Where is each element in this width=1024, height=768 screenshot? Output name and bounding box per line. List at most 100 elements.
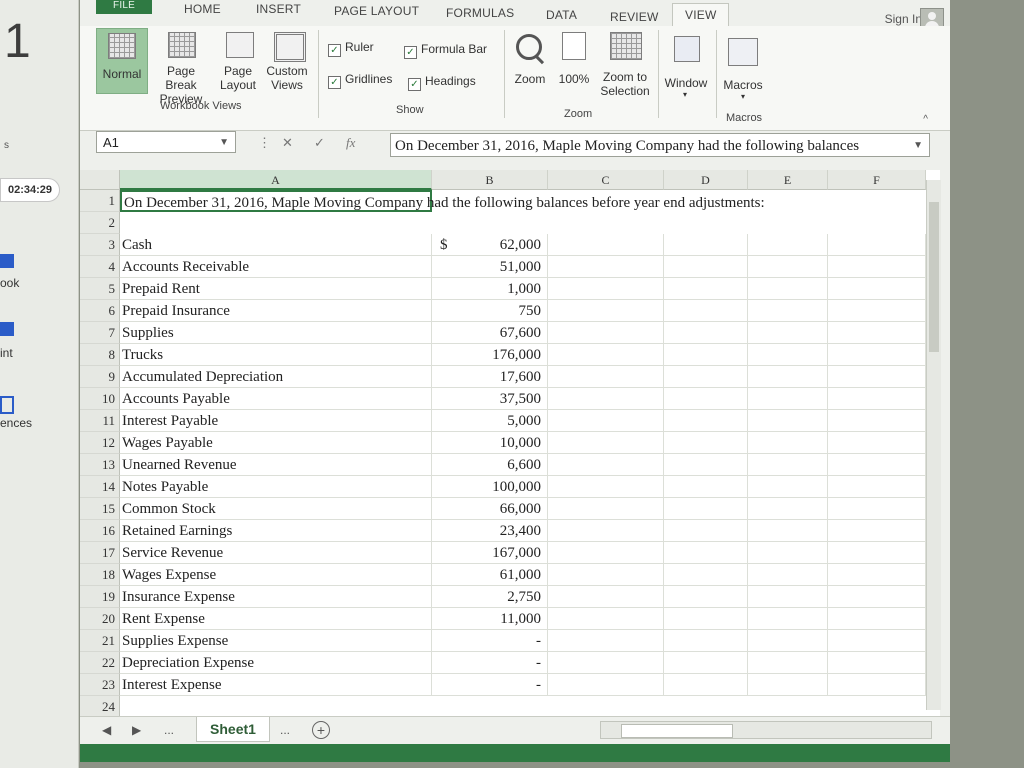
cell-account-name[interactable]: Prepaid Insurance [120,300,432,322]
worksheet-grid[interactable]: A B C D E F 1 On December 31, 2016, Mapl… [80,170,940,716]
row-header[interactable]: 20 [80,608,120,630]
cell-balance[interactable]: $62,000 [432,234,548,256]
side-item-book[interactable]: ook [0,276,64,290]
collapse-ribbon-icon[interactable]: ^ [923,114,928,125]
row-header[interactable]: 21 [80,630,120,652]
zoom-button[interactable]: Zoom [508,72,552,86]
row-header[interactable]: 1 [80,190,120,212]
empty-cell[interactable] [828,410,926,432]
tab-page-layout[interactable]: PAGE LAYOUT [334,4,419,18]
window-icon[interactable] [674,36,700,62]
row-header[interactable]: 5 [80,278,120,300]
empty-cell[interactable] [664,630,748,652]
empty-cell[interactable] [748,322,828,344]
empty-cell[interactable] [664,432,748,454]
empty-cell[interactable] [664,586,748,608]
cell-account-name[interactable]: Interest Payable [120,410,432,432]
scroll-thumb[interactable] [929,202,939,352]
row-header[interactable]: 16 [80,520,120,542]
cell-account-name[interactable]: Wages Payable [120,432,432,454]
page-layout-button[interactable]: Page Layout [216,28,260,92]
empty-cell[interactable] [664,476,748,498]
empty-cell[interactable] [664,608,748,630]
empty-cell[interactable] [748,652,828,674]
cell-balance[interactable]: 11,000 [432,608,548,630]
cell-a1[interactable]: On December 31, 2016, Maple Moving Compa… [120,190,765,212]
row-header[interactable]: 11 [80,410,120,432]
empty-cell[interactable] [548,366,664,388]
empty-cell[interactable] [548,344,664,366]
empty-cell[interactable] [828,586,926,608]
cell-account-name[interactable]: Common Stock [120,498,432,520]
tab-data[interactable]: DATA [546,8,577,22]
empty-cell[interactable] [664,498,748,520]
empty-cell[interactable] [548,542,664,564]
cell-balance[interactable]: 6,600 [432,454,548,476]
formula-bar-checkbox[interactable]: ✓ Formula Bar [404,42,487,59]
empty-cell[interactable] [748,388,828,410]
row-header[interactable]: 8 [80,344,120,366]
empty-cell[interactable] [828,300,926,322]
empty-cell[interactable] [828,344,926,366]
empty-cell[interactable] [828,608,926,630]
row-header[interactable]: 14 [80,476,120,498]
empty-cell[interactable] [828,322,926,344]
empty-cell[interactable] [748,366,828,388]
empty-cell[interactable] [828,498,926,520]
zoom-100-button[interactable]: 100% [554,72,594,86]
empty-cell[interactable] [548,300,664,322]
empty-cell[interactable] [548,410,664,432]
cell-account-name[interactable]: Retained Earnings [120,520,432,542]
cell-account-name[interactable]: Wages Expense [120,564,432,586]
normal-view-button[interactable]: Normal [96,28,148,94]
next-sheet-icon[interactable]: ▶ [132,723,141,737]
empty-cell[interactable] [548,432,664,454]
cell-balance[interactable]: 17,600 [432,366,548,388]
empty-cell[interactable] [828,454,926,476]
empty-cell[interactable] [548,234,664,256]
empty-cell[interactable] [748,608,828,630]
row-header[interactable]: 9 [80,366,120,388]
zoom-icon[interactable] [516,34,542,60]
empty-cell[interactable] [828,674,926,696]
empty-cell[interactable] [748,476,828,498]
cell-balance[interactable]: - [432,674,548,696]
cell-account-name[interactable]: Rent Expense [120,608,432,630]
cell-account-name[interactable]: Prepaid Rent [120,278,432,300]
zoom-to-selection-button[interactable]: Zoom to Selection [594,70,656,98]
empty-cell[interactable] [828,256,926,278]
cell-account-name[interactable]: Unearned Revenue [120,454,432,476]
cell-account-name[interactable]: Depreciation Expense [120,652,432,674]
column-header-f[interactable]: F [828,170,926,190]
cell-account-name[interactable]: Insurance Expense [120,586,432,608]
row-header[interactable]: 15 [80,498,120,520]
side-item-print[interactable]: int [0,346,64,360]
empty-cell[interactable] [748,630,828,652]
empty-cell[interactable] [548,520,664,542]
empty-cell[interactable] [664,300,748,322]
sheet-tab-sheet1[interactable]: Sheet1 [196,717,270,742]
empty-cell[interactable] [664,388,748,410]
empty-cell[interactable] [828,652,926,674]
prev-sheet-icon[interactable]: ◀ [102,723,111,737]
empty-cell[interactable] [748,498,828,520]
cell-account-name[interactable]: Accumulated Depreciation [120,366,432,388]
row-header[interactable]: 23 [80,674,120,696]
empty-cell[interactable] [748,454,828,476]
empty-cell[interactable] [548,256,664,278]
empty-cell[interactable] [664,410,748,432]
empty-cell[interactable] [548,322,664,344]
cell-account-name[interactable]: Accounts Payable [120,388,432,410]
cell-balance[interactable]: 10,000 [432,432,548,454]
cell-balance[interactable]: 750 [432,300,548,322]
zoom-100-icon[interactable] [562,32,586,60]
empty-cell[interactable] [828,432,926,454]
row-header[interactable]: 13 [80,454,120,476]
column-header-c[interactable]: C [548,170,664,190]
scroll-thumb[interactable] [621,724,733,738]
empty-cell[interactable] [548,630,664,652]
empty-cell[interactable] [828,278,926,300]
empty-cell[interactable] [828,388,926,410]
chevron-down-icon[interactable]: ▼ [219,132,229,154]
cell-balance[interactable]: 5,000 [432,410,548,432]
